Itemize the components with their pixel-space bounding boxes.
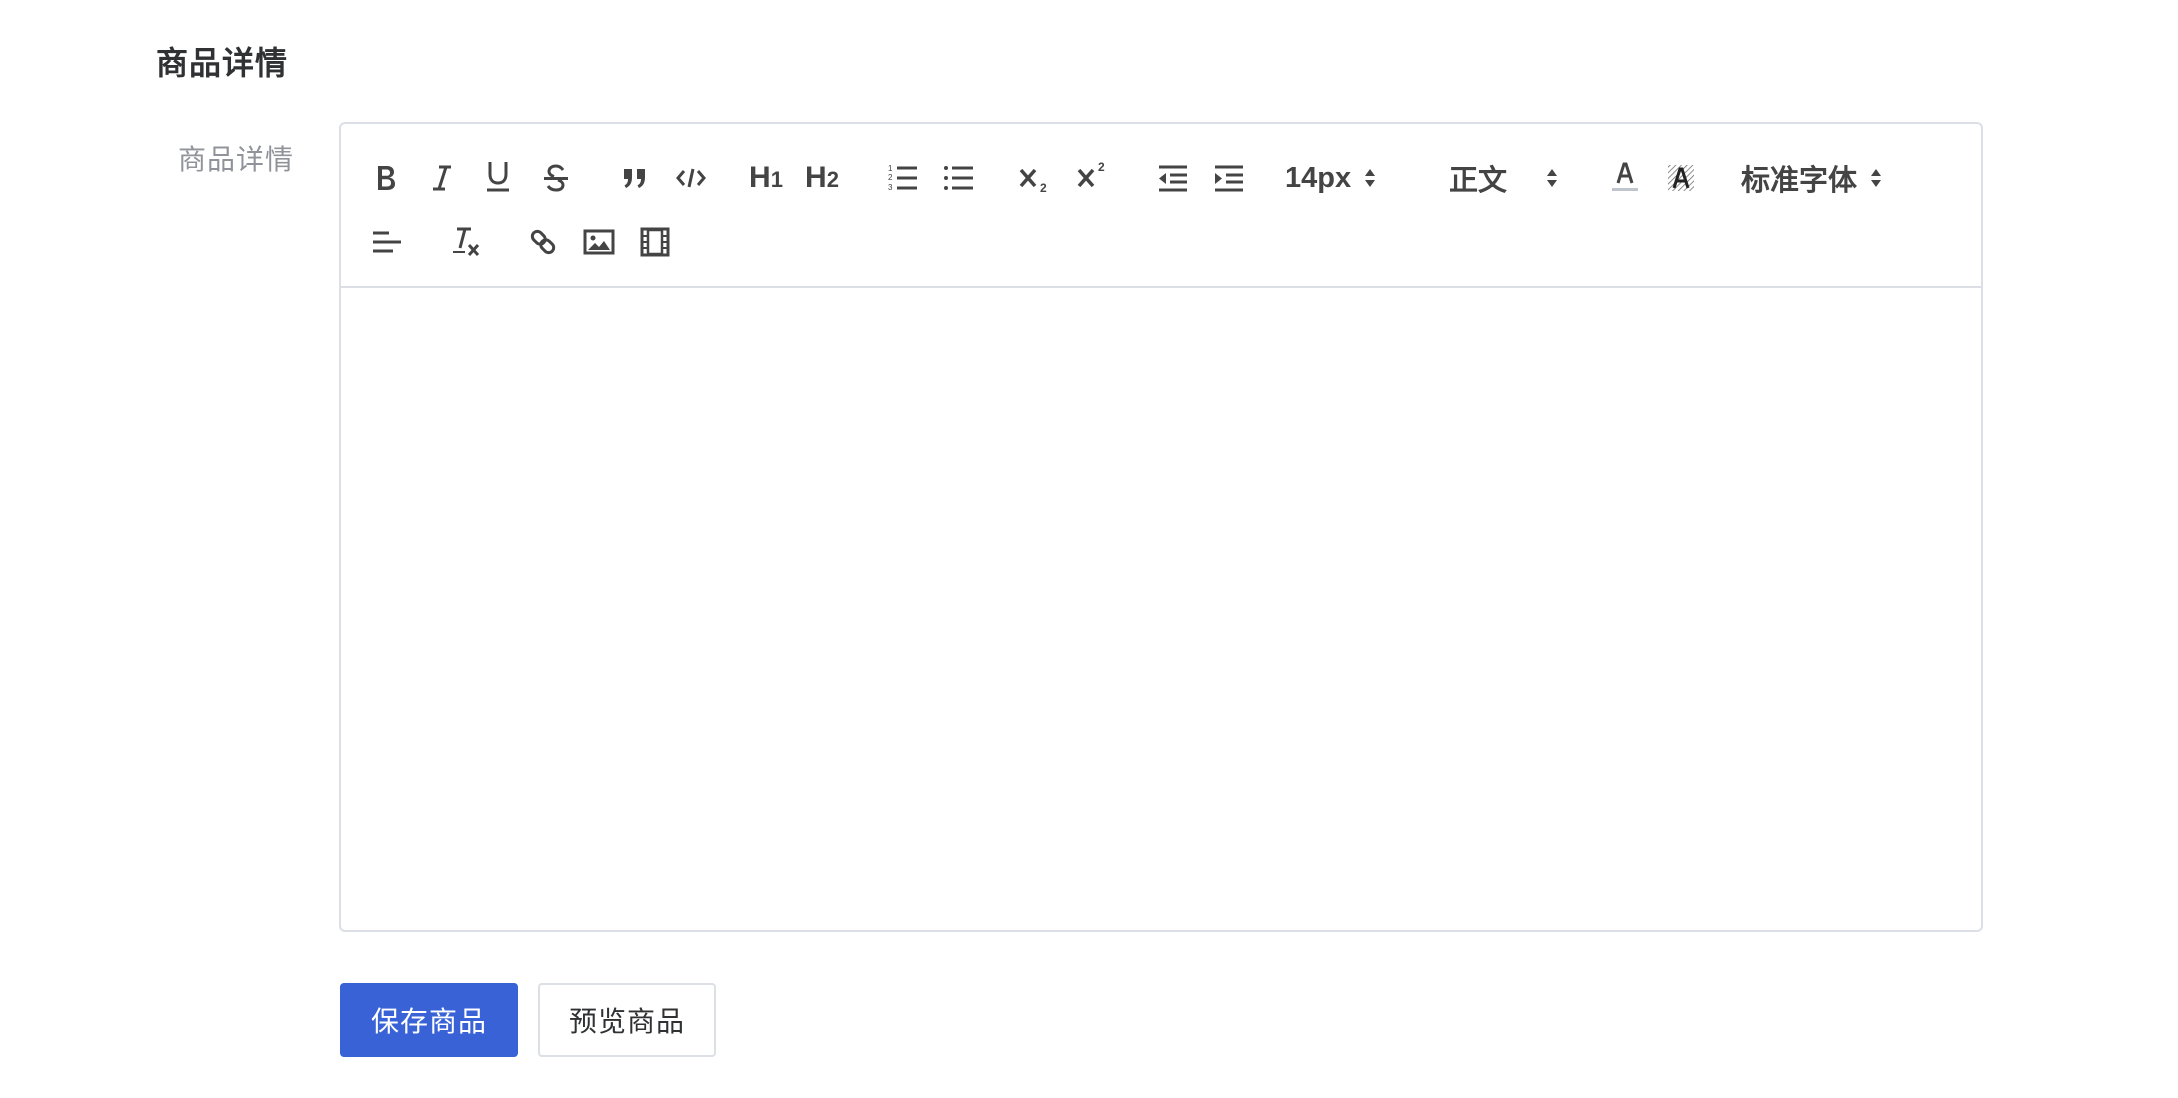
italic-button[interactable] xyxy=(421,156,463,200)
text-color-button[interactable] xyxy=(1605,154,1645,198)
editor-content-area[interactable] xyxy=(341,288,1981,930)
align-button[interactable] xyxy=(365,220,409,264)
font-size-picker[interactable]: 14px xyxy=(1285,156,1405,200)
text-color-icon xyxy=(1612,162,1638,191)
header-2-icon: H2H2 xyxy=(805,161,839,194)
indent-button[interactable] xyxy=(1207,156,1251,200)
svg-text:1: 1 xyxy=(888,164,893,173)
ordered-list-icon: 1 2 3 xyxy=(888,164,917,192)
bold-button[interactable] xyxy=(365,156,407,200)
video-button[interactable] xyxy=(633,220,677,264)
preview-product-button[interactable]: 预览商品 xyxy=(538,983,716,1057)
outdent-icon xyxy=(1159,165,1187,192)
link-button[interactable] xyxy=(521,220,565,264)
svg-text:2: 2 xyxy=(1040,181,1047,194)
link-icon xyxy=(530,229,556,255)
svg-text:2: 2 xyxy=(1098,160,1105,174)
indent-icon xyxy=(1215,165,1243,192)
strike-button[interactable] xyxy=(535,156,577,200)
image-icon xyxy=(583,229,615,255)
superscript-button[interactable]: 2 xyxy=(1071,154,1117,198)
background-color-button[interactable] xyxy=(1661,156,1701,200)
font-size-label: 14px xyxy=(1285,161,1352,194)
background-color-icon xyxy=(1668,165,1694,191)
code-block-button[interactable] xyxy=(669,156,713,200)
bullet-list-icon xyxy=(944,166,973,190)
chevron-up-down-icon xyxy=(1871,169,1882,187)
heading-label: 正文 xyxy=(1449,165,1508,197)
save-product-button[interactable]: 保存商品 xyxy=(340,983,518,1057)
heading-picker[interactable]: 正文 xyxy=(1449,156,1567,200)
image-button[interactable] xyxy=(577,220,621,264)
underline-icon xyxy=(487,162,509,192)
video-icon xyxy=(640,227,670,257)
header-2-button[interactable]: H2H2 xyxy=(799,156,845,200)
blockquote-button[interactable] xyxy=(613,156,657,200)
subscript-icon: 2 xyxy=(1019,168,1047,194)
clean-format-icon xyxy=(453,227,480,257)
clean-format-button[interactable] xyxy=(445,220,489,264)
strike-icon xyxy=(544,164,568,192)
chevron-up-down-icon xyxy=(1547,169,1557,187)
ordered-list-button[interactable]: 1 2 3 xyxy=(881,156,925,200)
code-block-icon xyxy=(676,168,706,188)
superscript-icon: 2 xyxy=(1077,160,1105,188)
outdent-button[interactable] xyxy=(1151,156,1195,200)
align-icon xyxy=(373,231,401,253)
font-family-label: 标准字体 xyxy=(1741,165,1858,197)
font-family-picker[interactable]: 标准字体 xyxy=(1741,156,1901,200)
section-title: 商品详情 xyxy=(156,44,289,82)
italic-icon xyxy=(433,165,451,191)
header-1-icon: H1H1 xyxy=(749,161,783,194)
editor-toolbar: H1H1 H2H2 1 2 3 xyxy=(341,124,1981,288)
rich-text-editor: H1H1 H2H2 1 2 3 xyxy=(339,122,1983,932)
svg-text:2: 2 xyxy=(888,173,893,182)
form-label-product-details: 商品详情 xyxy=(178,143,295,176)
bold-icon xyxy=(378,166,395,190)
chevron-up-down-icon xyxy=(1365,169,1376,187)
subscript-button[interactable]: 2 xyxy=(1013,156,1059,200)
bullet-list-button[interactable] xyxy=(937,156,981,200)
underline-button[interactable] xyxy=(477,154,519,198)
blockquote-icon xyxy=(624,169,645,188)
svg-text:3: 3 xyxy=(888,183,893,192)
header-1-button[interactable]: H1H1 xyxy=(743,156,789,200)
